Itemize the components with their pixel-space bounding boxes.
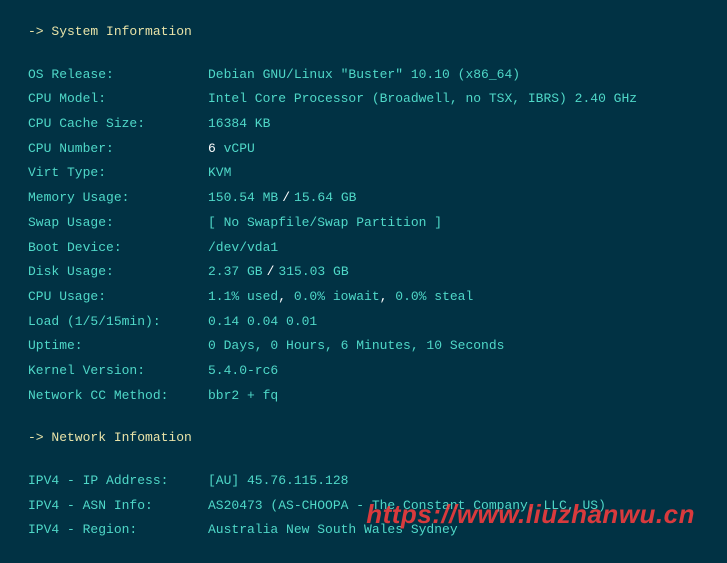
os-release-value: Debian GNU/Linux "Buster" 10.10 (x86_64) (208, 63, 520, 88)
cpu-model-label: CPU Model: (28, 87, 208, 112)
uptime-row: Uptime: 0 Days, 0 Hours, 6 Minutes, 10 S… (28, 334, 699, 359)
swap-usage-row: Swap Usage: [ No Swapfile/Swap Partition… (28, 211, 699, 236)
kernel-value: 5.4.0-rc6 (208, 359, 278, 384)
swap-usage-value: [ No Swapfile/Swap Partition ] (208, 211, 442, 236)
virt-type-row: Virt Type: KVM (28, 161, 699, 186)
network-info-header: -> Network Infomation (28, 426, 699, 451)
boot-device-label: Boot Device: (28, 236, 208, 261)
cc-method-label: Network CC Method: (28, 384, 208, 409)
boot-device-value: /dev/vda1 (208, 236, 278, 261)
disk-used: 2.37 GB (208, 264, 263, 279)
memory-usage-row: Memory Usage: 150.54 MB / 15.64 GB (28, 186, 699, 211)
memory-separator: / (282, 190, 290, 205)
disk-usage-row: Disk Usage: 2.37 GB /315.03 GB (28, 260, 699, 285)
cpu-usage-row: CPU Usage: 1.1% used, 0.0% iowait, 0.0% … (28, 285, 699, 310)
ipv4-region-value: Australia New South Wales Sydney (208, 518, 458, 543)
ipv4-region-label: IPV4 - Region: (28, 518, 208, 543)
virt-type-label: Virt Type: (28, 161, 208, 186)
cpu-steal-pct: 0.0% steal (387, 289, 473, 304)
ipv4-addr-value: [AU] 45.76.115.128 (208, 469, 348, 494)
ipv4-addr-row: IPV4 - IP Address: [AU] 45.76.115.128 (28, 469, 699, 494)
ipv4-addr-label: IPV4 - IP Address: (28, 469, 208, 494)
cpu-cache-value: 16384 KB (208, 112, 270, 137)
cpu-model-value: Intel Core Processor (Broadwell, no TSX,… (208, 87, 637, 112)
memory-usage-label: Memory Usage: (28, 186, 208, 211)
cpu-cache-label: CPU Cache Size: (28, 112, 208, 137)
load-row: Load (1/5/15min): 0.14 0.04 0.01 (28, 310, 699, 335)
ipv4-asn-value: AS20473 (AS-CHOOPA - The Constant Compan… (208, 494, 606, 519)
cpu-number-value: 6 vCPU (208, 137, 255, 162)
comma-1: , (278, 289, 286, 304)
cpu-unit: vCPU (216, 141, 255, 156)
memory-usage-value: 150.54 MB / 15.64 GB (208, 186, 356, 211)
cpu-number-label: CPU Number: (28, 137, 208, 162)
disk-separator: / (267, 264, 275, 279)
section-break (28, 408, 699, 426)
cpu-model-row: CPU Model: Intel Core Processor (Broadwe… (28, 87, 699, 112)
load-label: Load (1/5/15min): (28, 310, 208, 335)
ipv4-asn-row: IPV4 - ASN Info: AS20473 (AS-CHOOPA - Th… (28, 494, 699, 519)
cpu-usage-value: 1.1% used, 0.0% iowait, 0.0% steal (208, 285, 473, 310)
os-release-label: OS Release: (28, 63, 208, 88)
disk-usage-value: 2.37 GB /315.03 GB (208, 260, 349, 285)
cc-method-row: Network CC Method: bbr2 + fq (28, 384, 699, 409)
cc-method-value: bbr2 + fq (208, 384, 278, 409)
kernel-row: Kernel Version: 5.4.0-rc6 (28, 359, 699, 384)
os-release-row: OS Release: Debian GNU/Linux "Buster" 10… (28, 63, 699, 88)
uptime-label: Uptime: (28, 334, 208, 359)
cpu-usage-label: CPU Usage: (28, 285, 208, 310)
uptime-value: 0 Days, 0 Hours, 6 Minutes, 10 Seconds (208, 334, 504, 359)
memory-used: 150.54 MB (208, 190, 278, 205)
cpu-used-pct: 1.1% used (208, 289, 278, 304)
cpu-count: 6 (208, 141, 216, 156)
swap-usage-label: Swap Usage: (28, 211, 208, 236)
cpu-number-row: CPU Number: 6 vCPU (28, 137, 699, 162)
disk-total: 315.03 GB (278, 264, 348, 279)
system-info-header: -> System Information (28, 20, 699, 45)
cpu-iowait-pct: 0.0% iowait (286, 289, 380, 304)
disk-usage-label: Disk Usage: (28, 260, 208, 285)
ipv4-asn-label: IPV4 - ASN Info: (28, 494, 208, 519)
virt-type-value: KVM (208, 161, 231, 186)
cpu-cache-row: CPU Cache Size: 16384 KB (28, 112, 699, 137)
load-value: 0.14 0.04 0.01 (208, 310, 317, 335)
kernel-label: Kernel Version: (28, 359, 208, 384)
memory-total: 15.64 GB (294, 190, 356, 205)
boot-device-row: Boot Device: /dev/vda1 (28, 236, 699, 261)
ipv4-region-row: IPV4 - Region: Australia New South Wales… (28, 518, 699, 543)
